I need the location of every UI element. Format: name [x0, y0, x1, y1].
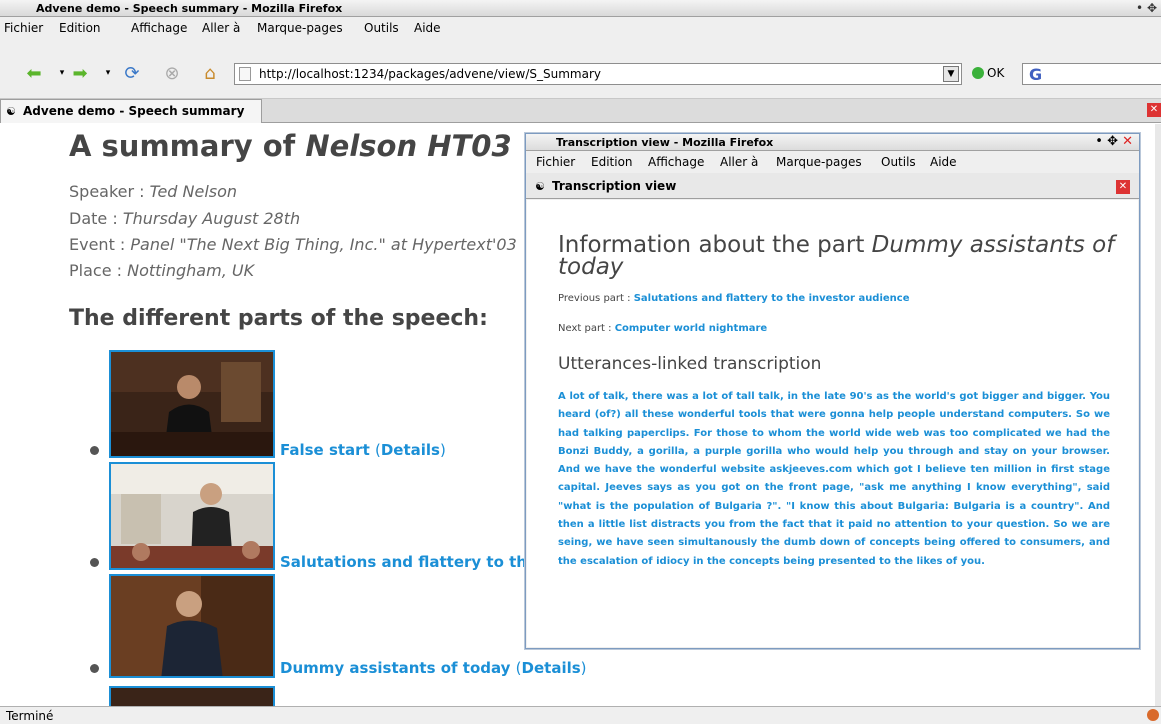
- meta-value: Nottingham, UK: [127, 261, 255, 280]
- search-box[interactable]: G: [1022, 63, 1161, 85]
- popup-menu-marque-pages[interactable]: Marque-pages: [776, 155, 862, 169]
- window-titlebar: Advene demo - Speech summary - Mozilla F…: [0, 0, 1161, 17]
- window-title: Advene demo - Speech summary - Mozilla F…: [36, 2, 343, 15]
- part-link[interactable]: Salutations and flattery to the i: [280, 553, 547, 571]
- thumbnail-image[interactable]: [109, 350, 275, 458]
- meta-event: Event : Panel "The Next Big Thing, Inc."…: [69, 235, 517, 254]
- parts-heading: The different parts of the speech:: [69, 306, 488, 331]
- next-part-link[interactable]: Computer world nightmare: [615, 323, 767, 334]
- page-favicon-icon: ☯: [6, 105, 16, 118]
- popup-menu-fichier[interactable]: Fichier: [536, 155, 575, 169]
- next-part: Next part : Computer world nightmare: [558, 323, 767, 334]
- bullet-icon: [90, 664, 99, 673]
- page-icon: [239, 67, 251, 81]
- menu-edition[interactable]: Edition: [59, 21, 101, 35]
- next-label: Next part :: [558, 323, 615, 334]
- popup-window-controls[interactable]: • ✥ ✕: [1095, 134, 1133, 149]
- tab-bar: ☯ Advene demo - Speech summary ✕: [0, 99, 1161, 123]
- title-subject: Nelson HT03: [305, 129, 512, 163]
- bullet-icon: [90, 446, 99, 455]
- popup-titlebar: Transcription view - Mozilla Firefox • ✥…: [526, 134, 1139, 151]
- popup-menu-edition[interactable]: Edition: [591, 155, 633, 169]
- details-link[interactable]: Details: [381, 441, 440, 459]
- menu-aide[interactable]: Aide: [414, 21, 441, 35]
- stop-icon[interactable]: ⊗: [160, 61, 184, 85]
- close-tab-icon[interactable]: ✕: [1147, 103, 1161, 117]
- popup-tab-label[interactable]: Transcription view: [552, 179, 676, 193]
- meta-value: Thursday August 28th: [122, 209, 301, 228]
- go-label: OK: [987, 66, 1005, 80]
- go-button[interactable]: OK: [972, 66, 1004, 80]
- popup-menu-aller-a[interactable]: Aller à: [720, 155, 758, 169]
- menu-aller-a[interactable]: Aller à: [202, 21, 240, 35]
- title-prefix: A summary of: [69, 129, 296, 163]
- part-title[interactable]: Salutations and flattery to the i: [280, 553, 547, 571]
- transcription-popup-window: Transcription view - Mozilla Firefox • ✥…: [525, 133, 1140, 649]
- menu-outils[interactable]: Outils: [364, 21, 399, 35]
- url-text[interactable]: http://localhost:1234/packages/advene/vi…: [259, 67, 601, 81]
- forward-arrow-icon[interactable]: ➡: [68, 61, 92, 85]
- meta-label: Date :: [69, 209, 123, 228]
- page-scrollbar[interactable]: [1155, 124, 1161, 706]
- popup-content: Information about the part Dummy assista…: [527, 200, 1138, 647]
- home-icon[interactable]: ⌂: [198, 61, 222, 85]
- url-dropdown-icon[interactable]: ▼: [943, 66, 959, 82]
- popup-title: Transcription view - Mozilla Firefox: [556, 136, 774, 149]
- part-title[interactable]: Dummy assistants of today: [280, 659, 510, 677]
- popup-menu-aide[interactable]: Aide: [930, 155, 957, 169]
- meta-label: Event :: [69, 235, 131, 254]
- transcription-heading: Utterances-linked transcription: [558, 354, 822, 374]
- popup-tab-bar: ☯ Transcription view ✕: [526, 173, 1139, 199]
- menu-affichage[interactable]: Affichage: [131, 21, 187, 35]
- previous-part: Previous part : Salutations and flattery…: [558, 293, 910, 304]
- thumbnail-image[interactable]: [109, 462, 275, 570]
- previous-label: Previous part :: [558, 293, 634, 304]
- popup-menu-outils[interactable]: Outils: [881, 155, 916, 169]
- part-link[interactable]: Dummy assistants of today (Details): [280, 659, 587, 677]
- meta-value: Ted Nelson: [149, 182, 238, 201]
- menu-fichier[interactable]: Fichier: [4, 21, 43, 35]
- details-link[interactable]: Details: [522, 659, 581, 677]
- part-link[interactable]: False start (Details): [280, 441, 446, 459]
- previous-part-link[interactable]: Salutations and flattery to the investor…: [634, 293, 910, 304]
- menu-marque-pages[interactable]: Marque-pages: [257, 21, 343, 35]
- thumbnail-image[interactable]: [109, 574, 275, 678]
- tab-speech-summary[interactable]: ☯ Advene demo - Speech summary: [0, 99, 262, 123]
- forward-dropdown-icon[interactable]: ▾: [96, 61, 120, 85]
- go-icon: [972, 67, 984, 79]
- status-text: Terminé: [6, 709, 54, 723]
- popup-menu-affichage[interactable]: Affichage: [648, 155, 704, 169]
- thumbnail-image[interactable]: [109, 686, 275, 706]
- paren-close: ): [580, 659, 587, 677]
- reload-icon[interactable]: ⟳: [120, 61, 144, 85]
- meta-label: Speaker :: [69, 182, 150, 201]
- status-bar: Terminé: [0, 706, 1161, 724]
- window-move-icon[interactable]: • ✥: [1136, 1, 1157, 15]
- paren-close: ): [439, 441, 446, 459]
- meta-speaker: Speaker : Ted Nelson: [69, 182, 237, 201]
- meta-value: Panel "The Next Big Thing, Inc." at Hype…: [130, 235, 517, 254]
- part-title[interactable]: False start: [280, 441, 370, 459]
- url-bar[interactable]: http://localhost:1234/packages/advene/vi…: [234, 63, 962, 85]
- transcription-text[interactable]: A lot of talk, there was a lot of tall t…: [558, 388, 1110, 571]
- popup-menubar: Fichier Edition Affichage Aller à Marque…: [526, 151, 1139, 173]
- tab-label: Advene demo - Speech summary: [23, 104, 245, 118]
- close-tab-icon[interactable]: ✕: [1116, 180, 1130, 194]
- page-favicon-icon: ☯: [535, 180, 545, 193]
- meta-date: Date : Thursday August 28th: [69, 209, 300, 228]
- bullet-icon: [90, 558, 99, 567]
- menubar: Fichier Edition Affichage Aller à Marque…: [0, 17, 1161, 39]
- part-info-heading: Information about the part Dummy assista…: [558, 234, 1118, 279]
- meta-place: Place : Nottingham, UK: [69, 261, 254, 280]
- back-arrow-icon[interactable]: ⬅: [22, 61, 46, 85]
- google-icon: G: [1029, 65, 1043, 84]
- status-icon: [1147, 709, 1159, 721]
- close-icon[interactable]: ✕: [1122, 134, 1133, 149]
- page-title: A summary of Nelson HT03: [69, 129, 512, 163]
- meta-label: Place :: [69, 261, 128, 280]
